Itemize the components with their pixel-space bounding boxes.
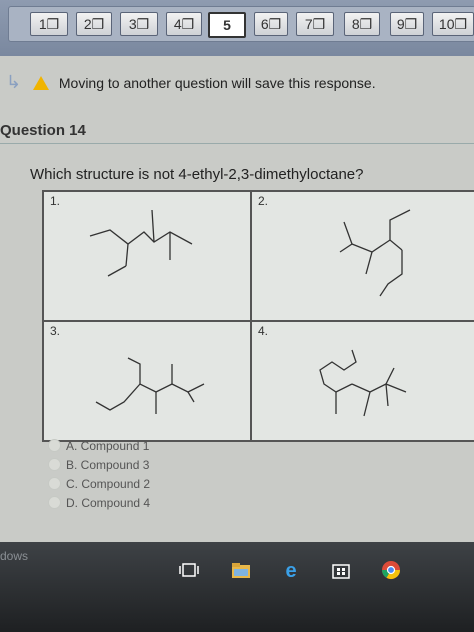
save-notice: ↳ Moving to another question will save t… [6, 72, 376, 92]
structure-grid: 1. 2. 3. 4. [42, 190, 474, 442]
option-d[interactable]: D. Compound 4 [48, 493, 150, 512]
file-explorer-icon[interactable] [230, 560, 252, 580]
divider [0, 143, 474, 144]
question-button-7[interactable]: 7 ❒ [296, 12, 334, 36]
question-button-9[interactable]: 9 ❒ [390, 12, 424, 36]
structure-cell-3: 3. [43, 321, 251, 441]
warning-icon [32, 76, 49, 90]
question-button-4[interactable]: 4 ❒ [166, 12, 202, 36]
question-button-2[interactable]: 2 ❒ [76, 12, 112, 36]
structure-cell-2: 2. [251, 191, 474, 321]
question-prompt: Which structure is not 4-ethyl-2,3-dimet… [30, 166, 364, 183]
question-button-10[interactable]: 10 ❒ [432, 12, 474, 36]
svg-text:e: e [285, 560, 296, 580]
structure-4-drawing [319, 349, 407, 417]
structure-3-drawing [95, 357, 205, 414]
radio-d[interactable] [48, 496, 61, 509]
question-button-3[interactable]: 3 ❒ [120, 12, 158, 36]
chrome-icon[interactable] [380, 560, 402, 580]
return-arrow-icon: ↳ [6, 72, 22, 92]
question-button-8[interactable]: 8 ❒ [344, 12, 380, 36]
structure-1-drawing [89, 209, 193, 277]
option-c[interactable]: C. Compound 2 [48, 474, 150, 493]
structure-2-drawing [339, 209, 411, 297]
option-b[interactable]: B. Compound 3 [48, 455, 150, 474]
radio-a[interactable] [48, 439, 61, 452]
question-title: Question 14 [0, 122, 86, 139]
structure-cell-4: 4. [251, 321, 474, 441]
radio-b[interactable] [48, 458, 61, 471]
edge-icon[interactable]: e [280, 560, 302, 580]
answer-options: A. Compound 1 B. Compound 3 C. Compound … [48, 436, 150, 512]
radio-c[interactable] [48, 477, 61, 490]
option-a[interactable]: A. Compound 1 [48, 436, 150, 455]
question-button-1[interactable]: 1 ❒ [30, 12, 68, 36]
task-view-icon[interactable] [178, 560, 200, 580]
question-button-6[interactable]: 6 ❒ [254, 12, 288, 36]
structure-cell-1: 1. [43, 191, 251, 321]
windows-taskbar [0, 542, 474, 632]
store-icon[interactable] [330, 560, 352, 580]
question-button-5[interactable]: 5 [208, 12, 246, 38]
taskbar-label: dows [0, 549, 29, 563]
